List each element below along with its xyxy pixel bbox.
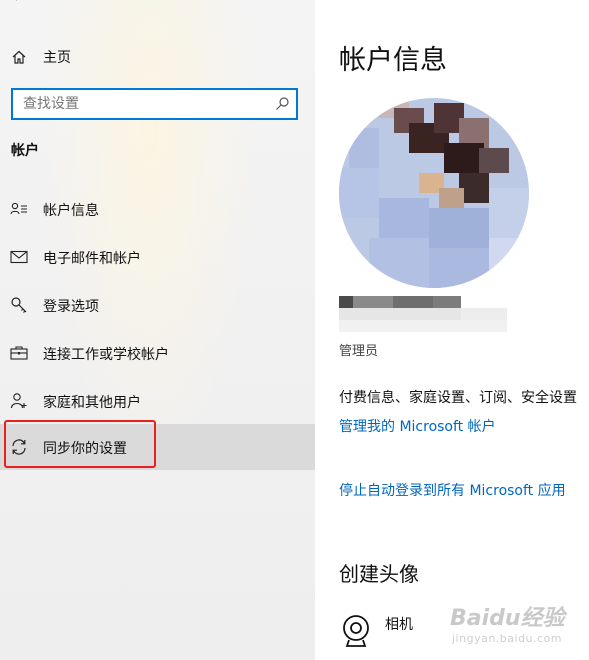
avatar-pixel xyxy=(369,238,429,288)
sidebar-item-label: 登录选项 xyxy=(43,299,99,315)
avatar[interactable] xyxy=(339,98,529,288)
main-content: 帐户信息 管理员 付费信息、家庭设置、订阅、安全设置 管理我的 Microsof… xyxy=(315,0,589,660)
page-title: 帐户信息 xyxy=(339,45,447,76)
avatar-pixel xyxy=(379,198,429,238)
username-pixel xyxy=(339,296,353,308)
sidebar-item-label: 连接工作或学校帐户 xyxy=(43,347,169,363)
avatar-pixel xyxy=(489,188,529,238)
search-box[interactable] xyxy=(11,88,298,120)
avatar-pixel xyxy=(479,148,509,173)
sidebar-item-home[interactable]: 主页 xyxy=(0,40,315,74)
title-bar: 设置 xyxy=(0,0,315,10)
avatar-pixel xyxy=(339,168,379,218)
camera-icon[interactable] xyxy=(341,612,371,652)
username-pixel xyxy=(339,308,461,320)
sidebar-item-label: 帐户信息 xyxy=(43,203,99,219)
camera-label[interactable]: 相机 xyxy=(385,614,413,634)
username-pixel xyxy=(393,296,433,308)
sidebar-item-work-school[interactable]: 连接工作或学校帐户 xyxy=(0,330,315,376)
avatar-pixel xyxy=(349,128,379,168)
key-icon xyxy=(10,296,28,314)
sidebar: 设置 主页 帐户 帐户信息 电子邮件和帐户 登录选项 xyxy=(0,0,315,660)
home-icon xyxy=(10,48,28,66)
account-role: 管理员 xyxy=(339,344,379,359)
account-description: 付费信息、家庭设置、订阅、安全设置 xyxy=(339,390,577,406)
account-info-icon xyxy=(10,200,28,218)
sync-icon xyxy=(10,438,28,456)
person-add-icon xyxy=(10,392,28,410)
sidebar-item-email-accounts[interactable]: 电子邮件和帐户 xyxy=(0,234,315,280)
username-pixel xyxy=(433,296,461,308)
avatar-pixel xyxy=(429,208,489,248)
sidebar-item-family-users[interactable]: 家庭和其他用户 xyxy=(0,378,315,424)
sidebar-item-account-info[interactable]: 帐户信息 xyxy=(0,186,315,232)
sidebar-item-label: 电子邮件和帐户 xyxy=(43,251,141,267)
window-title: 设置 xyxy=(58,0,84,1)
avatar-pixel xyxy=(489,238,529,278)
sidebar-item-label: 家庭和其他用户 xyxy=(43,395,141,411)
sidebar-item-sign-in-options[interactable]: 登录选项 xyxy=(0,282,315,328)
stop-auto-sign-in-link[interactable]: 停止自动登录到所有 Microsoft 应用 xyxy=(339,480,566,500)
briefcase-icon xyxy=(10,344,28,362)
search-icon[interactable] xyxy=(274,96,290,112)
username-pixel xyxy=(339,320,507,332)
section-title: 帐户 xyxy=(11,143,39,159)
create-avatar-heading: 创建头像 xyxy=(339,562,419,586)
username-blurred xyxy=(339,296,507,332)
avatar-pixel xyxy=(444,143,484,173)
manage-microsoft-account-link[interactable]: 管理我的 Microsoft 帐户 xyxy=(339,416,496,436)
search-input[interactable] xyxy=(13,90,273,118)
sidebar-item-label: 同步你的设置 xyxy=(43,441,127,457)
sidebar-item-sync-settings[interactable]: 同步你的设置 xyxy=(0,424,315,470)
mail-icon xyxy=(10,248,28,266)
sidebar-item-label: 主页 xyxy=(43,50,71,66)
username-pixel xyxy=(353,296,393,308)
username-pixel xyxy=(461,308,507,320)
avatar-pixel xyxy=(439,188,464,208)
